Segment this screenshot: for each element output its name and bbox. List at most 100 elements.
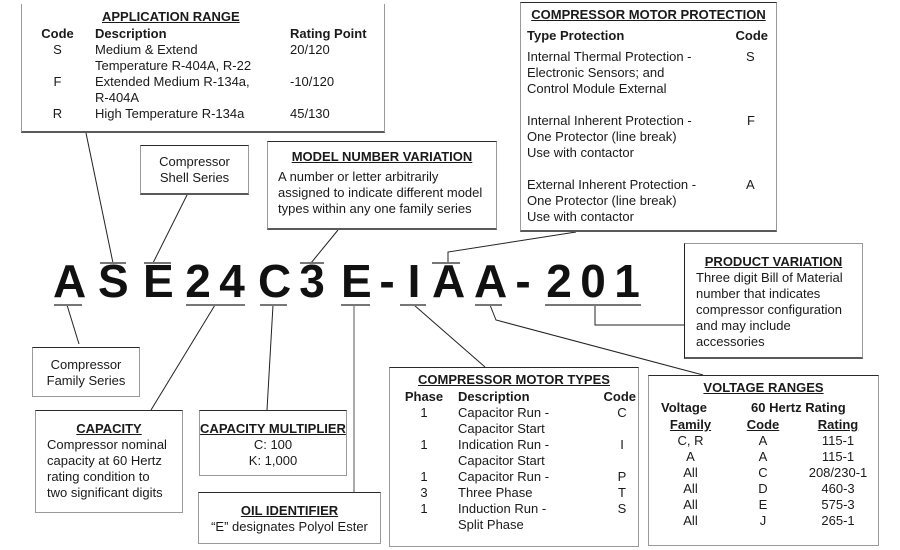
connector-capacity-multiplier (266, 304, 274, 411)
shell-series-line: Shell Series (159, 170, 230, 185)
text-line: Three Phase (458, 485, 533, 500)
text-line: One Protector (line break) (527, 193, 677, 208)
protection-row: External Inherent Protection - One Protec… (527, 177, 696, 225)
product-variation-line: Three digit Bill of Material (696, 270, 843, 285)
table-row: A A 115-1 (653, 449, 878, 465)
text-line: A (758, 433, 768, 448)
cell-description: Medium & Extend Temperature R-404A, R-22 (85, 42, 290, 74)
text-line: C (758, 465, 768, 480)
header-rating: Rating (817, 417, 859, 432)
header-rating-point: Rating Point (290, 26, 367, 41)
text-line: Use with contactor (527, 145, 634, 160)
text-line: 265-1 (821, 513, 855, 528)
model-char-product-1: 2 (546, 255, 572, 307)
capacity-title: CAPACITY (76, 421, 142, 436)
connector-capacity (150, 304, 216, 411)
capacity-line: capacity at 60 Hertz (47, 453, 162, 468)
cell-code: F (53, 74, 62, 89)
text-line: 575-3 (821, 497, 855, 512)
capacity-multiplier-title: CAPACITY MULTIPLIER (200, 421, 346, 436)
product-variation-line: accessories (696, 334, 765, 349)
model-char-product-2: 0 (580, 255, 606, 307)
connector-family-series (66, 304, 80, 345)
text-line: C (617, 405, 627, 420)
table-row: 1 Indication Run - Capacitor Start I (398, 437, 636, 469)
text-line: All (683, 497, 698, 512)
header-family: Family (669, 417, 712, 432)
header-code: Code (735, 28, 769, 43)
text-line: A (686, 449, 695, 464)
cell-rating: -10/120 (290, 74, 335, 89)
oil-identifier-text: “E” designates Polyol Ester (211, 519, 368, 534)
header-voltage: Voltage (661, 400, 707, 415)
text-line: Capacitor Start (458, 453, 545, 468)
cell-description: High Temperature R-134a (95, 106, 245, 121)
motor-types-table: Phase Description Code 1 Capacitor Run -… (398, 389, 636, 533)
capacity-line: rating condition to (47, 469, 150, 484)
connector-shell-series (152, 192, 189, 264)
text-line: 115-1 (821, 449, 855, 464)
text-line: Medium & Extend (95, 42, 198, 57)
text-line: Indication Run - (458, 437, 550, 452)
table-row: C, R A 115-1 (653, 433, 878, 449)
protection-row: Internal Thermal Protection - Electronic … (527, 49, 692, 97)
text-line: D (758, 481, 768, 496)
model-number-variation-line: A number or letter arbitrarily (278, 169, 439, 184)
text-line: P (617, 469, 627, 484)
model-char-application: S (98, 255, 129, 307)
capacity-multiplier-line: K: 1,000 (248, 453, 298, 468)
text-line: T (618, 485, 626, 500)
capacity-multiplier-box: CAPACITY MULTIPLIER C: 100 K: 1,000 (199, 410, 347, 476)
table-row: R High Temperature R-134a 45/130 (30, 106, 367, 122)
table-row: S Medium & Extend Temperature R-404A, R-2… (30, 42, 367, 74)
table-row: All C 208/230-1 (653, 465, 878, 481)
motor-types-box: COMPRESSOR MOTOR TYPES Phase Description… (389, 367, 639, 547)
header-phase: Phase (404, 389, 444, 404)
text-line: E (758, 497, 768, 512)
text-line: C, R (677, 433, 704, 448)
product-variation-title: PRODUCT VARIATION (704, 254, 843, 269)
model-number-variation-title: MODEL NUMBER VARIATION (291, 149, 473, 164)
text-line: 1 (420, 405, 428, 420)
product-variation-line: compressor configuration (696, 302, 842, 317)
model-char-voltage: A (474, 255, 508, 307)
text-line: Internal Thermal Protection - (527, 49, 692, 64)
text-line: 208/230-1 (808, 465, 868, 480)
cell-rating: 45/130 (290, 106, 330, 121)
application-range-title: APPLICATION RANGE (102, 9, 240, 24)
model-char-capacity-2: 4 (219, 255, 245, 307)
application-range-box: APPLICATION RANGE Code Description Ratin… (21, 4, 385, 133)
header-description: Description (95, 26, 167, 41)
voltage-ranges-box: VOLTAGE RANGES Voltage 60 Hertz Rating F… (648, 375, 879, 546)
text-line: J (759, 513, 767, 528)
text-line: I (620, 437, 624, 452)
motor-types-title: COMPRESSOR MOTOR TYPES (418, 372, 610, 387)
model-char-multiplier: C (258, 255, 292, 307)
protection-code: A (746, 177, 755, 192)
header-code: Code (746, 417, 780, 432)
oil-identifier-title: OIL IDENTIFIER (240, 503, 339, 518)
protection-code: F (747, 113, 755, 128)
text-line: 1 (420, 501, 428, 516)
connector-application-range (85, 132, 114, 264)
text-line: A (758, 449, 768, 464)
text-line: One Protector (line break) (527, 129, 677, 144)
model-number-variation-line: assigned to indicate different model (278, 185, 483, 200)
application-range-table: Code Description Rating Point S Medium &… (30, 26, 367, 122)
family-series-box: Compressor Family Series (32, 347, 140, 397)
header-code: Code (41, 26, 74, 41)
text-line: Capacitor Run - (458, 405, 550, 420)
product-variation-line: number that indicates (696, 286, 821, 301)
cell-rating: 20/120 (290, 42, 330, 57)
text-line: 3 (420, 485, 428, 500)
family-series-line: Compressor (50, 357, 122, 372)
header-code: Code (603, 389, 637, 404)
text-line: Split Phase (458, 517, 524, 532)
cell-code: R (52, 106, 63, 121)
connector-motor-types (413, 304, 486, 368)
shell-series-box: Compressor Shell Series (140, 145, 249, 195)
model-char-variation: 3 (299, 255, 325, 307)
motor-protection-box: COMPRESSOR MOTOR PROTECTION Type Protect… (520, 2, 777, 232)
capacity-line: two significant digits (47, 485, 163, 500)
family-series-line: Family Series (46, 373, 126, 388)
